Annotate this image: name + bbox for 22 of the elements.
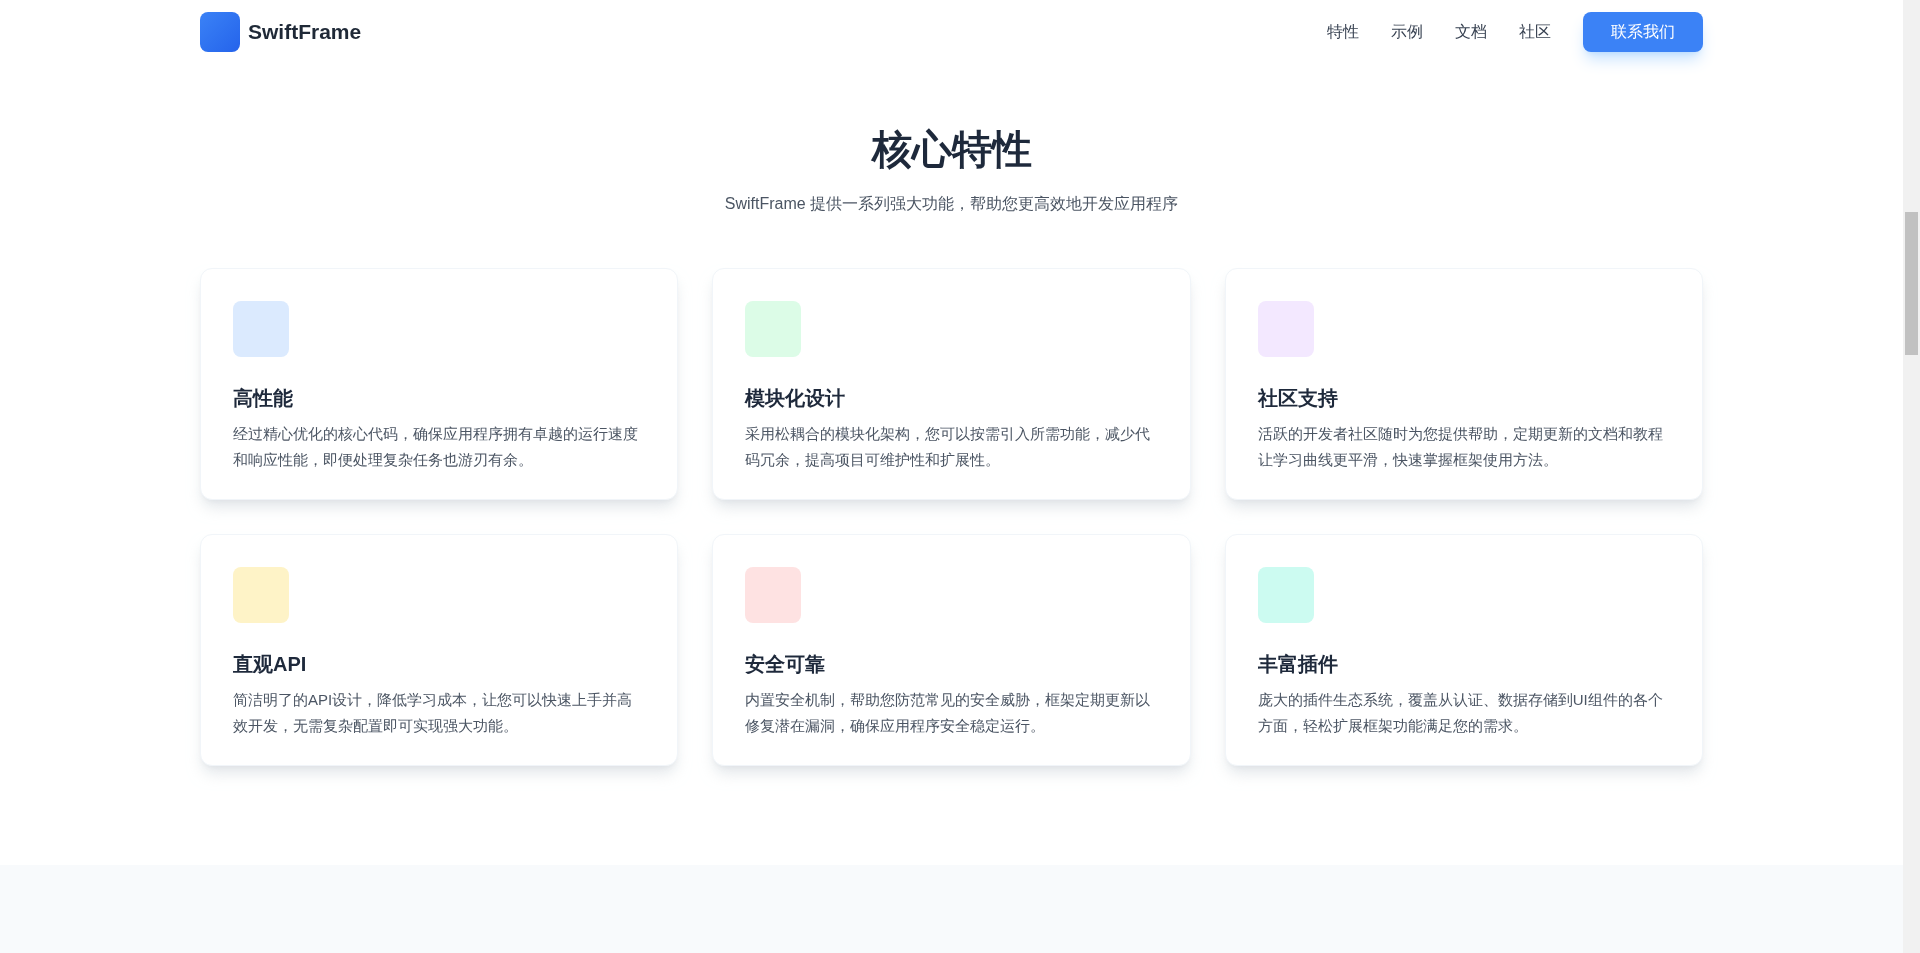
nav-link[interactable]: 特性 bbox=[1327, 20, 1359, 44]
feature-title: 社区支持 bbox=[1257, 386, 1339, 411]
feature-title: 安全可靠 bbox=[745, 652, 827, 677]
scrollbar[interactable] bbox=[1903, 0, 1920, 953]
contact-button[interactable]: 联系我们 bbox=[1583, 12, 1703, 52]
feature-description: 活跃的开发者社区随时为您提供帮助，定期更新的文档和教程让学习曲线更平滑，快速掌握框架使用方法。 bbox=[1257, 424, 1664, 470]
feature-title: 直观API bbox=[233, 652, 308, 677]
brand-name[interactable]: SwiftFrame bbox=[248, 16, 362, 48]
feature-title: 模块化设计 bbox=[745, 386, 847, 411]
nav-link[interactable]: 文档 bbox=[1455, 20, 1487, 44]
feature-title: 丰富插件 bbox=[1257, 652, 1339, 677]
feature-description: 经过精心优化的核心代码，确保应用程序拥有卓越的运行速度和响应性能，即便处理复杂任务也游刃有余。 bbox=[233, 424, 639, 470]
feature-title: 高性能 bbox=[233, 386, 294, 411]
section-title: 核心特性 bbox=[871, 126, 1032, 173]
section-subtitle: SwiftFrame 提供一系列强大功能，帮助您更高效地开发应用程序 bbox=[724, 194, 1179, 214]
feature-description: 简洁明了的API设计，降低学习成本，让您可以快速上手并高效开发，无需复杂配置即可实现强大功能。 bbox=[233, 690, 634, 736]
feature-description: 采用松耦合的模块化架构，您可以按需引入所需功能，减少代码冗余，提高项目可维护性和扩展性。 bbox=[745, 424, 1152, 470]
nav-link[interactable]: 社区 bbox=[1519, 20, 1551, 44]
logo-icon bbox=[200, 12, 240, 52]
feature-description: 庞大的插件生态系统，覆盖从认证、数据存储到UI组件的各个方面，轻松扩展框架功能满足您的需求。 bbox=[1257, 690, 1664, 736]
nav-link[interactable]: 示例 bbox=[1391, 20, 1423, 44]
feature-description: 内置安全机制，帮助您防范常见的安全威胁，框架定期更新以修复潜在漏洞，确保应用程序安全稳定运行。 bbox=[745, 690, 1152, 736]
